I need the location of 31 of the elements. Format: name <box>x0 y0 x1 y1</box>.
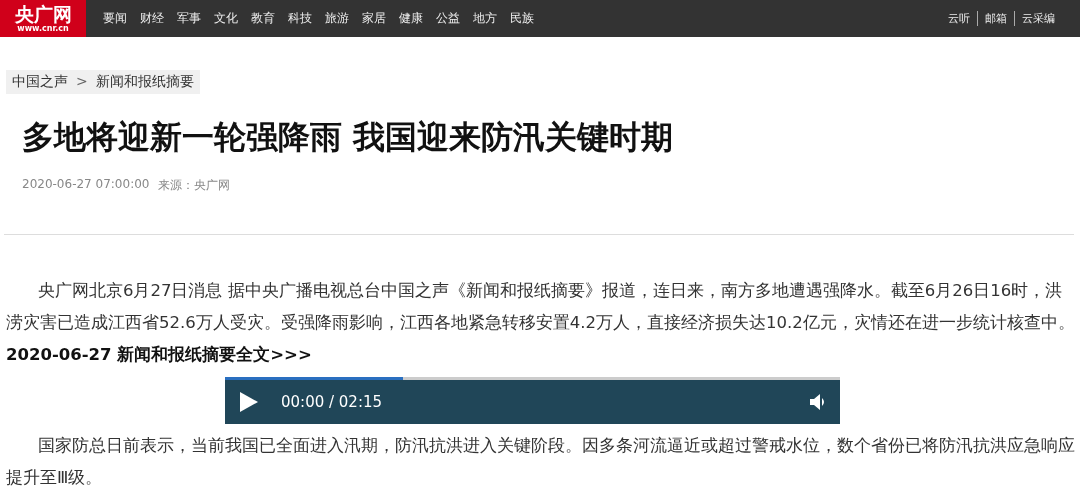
full-text-link[interactable]: 2020-06-27 新闻和报纸摘要全文>>> <box>6 345 312 364</box>
article-title: 多地将迎新一轮强降雨 我国迎来防汛关键时期 <box>22 117 675 158</box>
nav-link[interactable]: 科技 <box>288 10 312 27</box>
nav-link[interactable]: 地方 <box>473 10 497 27</box>
nav-link[interactable]: 财经 <box>140 10 164 27</box>
play-icon[interactable] <box>239 391 259 413</box>
article-source: 来源：央广网 <box>158 177 231 194</box>
nav-link[interactable]: 教育 <box>251 10 275 27</box>
breadcrumb-link[interactable]: 中国之声 <box>12 73 68 91</box>
breadcrumb-link[interactable]: 新闻和报纸摘要 <box>95 73 194 91</box>
top-link[interactable]: 云听 <box>941 11 977 26</box>
breadcrumb-separator: > <box>76 73 88 91</box>
logo-name: 央广网 <box>14 3 72 24</box>
nav-link[interactable]: 文化 <box>214 10 238 27</box>
logo-domain: www.cnr.cn <box>17 23 69 34</box>
nav-link[interactable]: 家居 <box>362 10 386 27</box>
nav-link[interactable]: 民族 <box>510 10 534 27</box>
paragraph: 央广网北京6月27日消息 据中央广播电视总台中国之声《新闻和报纸摘要》报道，连日来，南方多地遭遇强降水。截至6月26日16时，洪涝灾害已造成江西省52.6万人受灾。受强降雨影响，江西各地紧急转移安置4.2万人，直接经济损失达10.2亿元，灾情还在进一步统计核查中。 2020-06-27 新闻和报纸摘要全文>>> <box>6 280 1076 366</box>
progress-track[interactable] <box>225 377 840 380</box>
top-link[interactable]: 云采编 <box>1014 11 1062 26</box>
time-display: 00:00 / 02:15 <box>281 393 383 411</box>
nav-link[interactable]: 要闻 <box>103 10 127 27</box>
paragraph: 国家防总日前表示，当前我国已全面进入汛期，防汛抗洪进入关键阶段。因多条河流逼近或超过警戒水位，数个省份已将防汛抗洪应急响应提升至Ⅲ级。 <box>6 435 1076 489</box>
volume-icon[interactable] <box>810 393 826 411</box>
publish-date: 2020-06-27 07:00:00 <box>22 177 150 193</box>
logo[interactable]: 央广网 www.cnr.cn <box>0 0 86 37</box>
nav-link[interactable]: 军事 <box>177 10 201 27</box>
nav-link[interactable]: 旅游 <box>325 10 349 27</box>
nav-link[interactable]: 健康 <box>399 10 423 27</box>
nav-link[interactable]: 公益 <box>436 10 460 27</box>
top-link[interactable]: 邮箱 <box>977 11 1014 26</box>
